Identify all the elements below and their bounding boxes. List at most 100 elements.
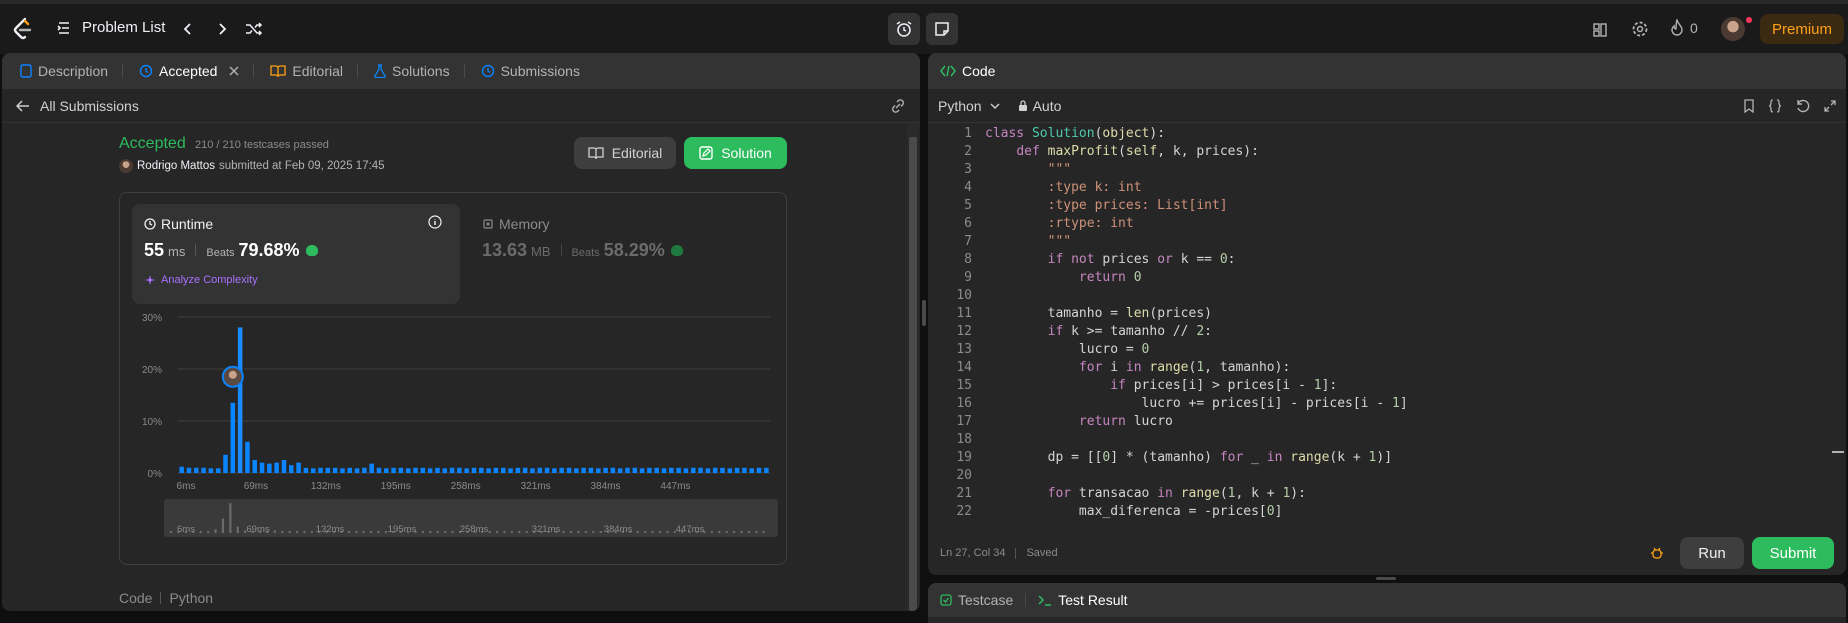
solution-button[interactable]: Solution [684, 137, 787, 169]
tab-testcase[interactable]: Testcase [940, 592, 1013, 608]
clock-icon [144, 218, 156, 230]
chart-bar [449, 467, 455, 473]
tab-submissions[interactable]: Submissions [473, 53, 588, 89]
settings-button[interactable] [1630, 19, 1650, 39]
tab-divider [122, 64, 124, 78]
chart-bar [559, 467, 564, 473]
saved-status: Saved [1026, 547, 1058, 559]
auto-mode-toggle[interactable]: Auto [1018, 98, 1061, 114]
tab-editorial[interactable]: Editorial [262, 53, 366, 89]
navigator-bar [377, 531, 380, 533]
navigator-bar [288, 530, 291, 533]
chart-bar [201, 467, 206, 473]
chart-bar [661, 468, 667, 473]
memory-unit: MB [531, 244, 551, 259]
panel-resize-handle[interactable] [922, 300, 926, 326]
chart-bar [530, 468, 535, 473]
navigator-tick-label: 258ms [460, 524, 489, 535]
close-tab-icon[interactable] [229, 66, 239, 76]
runtime-distribution-chart[interactable]: 30% 20% 10% 0% 6ms 69ms 132ms 195ms 258ms 321ms 38… [120, 311, 780, 561]
reset-icon[interactable] [1796, 99, 1810, 113]
code-line: """ [985, 234, 1072, 249]
book-icon [588, 146, 604, 160]
memory-title: Memory [499, 216, 550, 232]
premium-button[interactable]: Premium [1760, 14, 1844, 44]
chart-bar [515, 467, 521, 473]
next-problem-button[interactable] [212, 19, 232, 39]
navigator-bar [599, 531, 602, 533]
problem-list-link[interactable]: Problem List [56, 19, 165, 36]
tab-solutions[interactable]: Solutions [366, 53, 473, 89]
chart-bar [581, 467, 586, 473]
runtime-beats: 79.68% [238, 240, 300, 260]
prev-problem-button[interactable] [178, 19, 198, 39]
layout-button[interactable] [1590, 20, 1610, 40]
run-label: Run [1698, 544, 1726, 562]
tab-description[interactable]: Description [12, 53, 131, 89]
tab-test-result[interactable]: Test Result [1038, 592, 1128, 608]
scrollbar-thumb[interactable] [909, 137, 917, 611]
navigator-bar [570, 531, 573, 533]
chart-bar [676, 467, 681, 473]
divider [560, 244, 562, 256]
scrollbar[interactable] [907, 123, 919, 611]
expand-icon[interactable] [1824, 99, 1836, 112]
navigator-tick-label: 132ms [316, 524, 345, 535]
memory-value-row: 13.63 MB Beats 58.29% [482, 240, 683, 261]
random-problem-button[interactable] [243, 19, 265, 39]
chart-bar [267, 463, 272, 473]
line-number: 7 [964, 234, 972, 249]
chart-bar [712, 467, 718, 473]
code-line: if prices[i] > prices[i - 1]: [1110, 378, 1338, 393]
navigator-bar [355, 531, 358, 533]
chart-bar [698, 467, 703, 473]
submitted-at: submitted at Feb 09, 2025 17:45 [218, 160, 385, 172]
submit-button[interactable]: Submit [1752, 537, 1834, 569]
streak-counter[interactable]: 0 [1670, 19, 1698, 37]
runtime-card[interactable]: Runtime 55 ms Beats 79.68% Analyze Compl… [132, 204, 460, 304]
x-tick-label: 69ms [244, 481, 268, 492]
tab-accepted[interactable]: Accepted [131, 53, 262, 89]
navigator-bar [577, 531, 580, 533]
panel-resize-handle-horizontal[interactable] [1376, 577, 1396, 580]
code-editor[interactable]: 1 2 3 4 5 6 7 8 9 10 11 12 13 14 15 16 17 18 19 20 21 22 clas… [928, 125, 1846, 525]
bookmark-icon[interactable] [1744, 98, 1754, 113]
chart-bar [376, 467, 382, 473]
chart-bar [442, 468, 448, 473]
line-number: 15 [956, 378, 972, 393]
tab-code[interactable]: Code [940, 63, 995, 79]
line-number: 18 [956, 432, 972, 447]
memory-card[interactable]: Memory 13.63 MB Beats 58.29% [472, 204, 772, 304]
tab-solutions-label: Solutions [392, 63, 450, 79]
code-line: def maxProfit(self, k, prices): [1016, 144, 1259, 159]
runtime-value: 55 [144, 240, 165, 260]
info-icon[interactable] [428, 215, 442, 229]
submissions-subbar: All Submissions [2, 89, 920, 123]
all-submissions-link[interactable]: All Submissions [16, 98, 139, 114]
submit-label: Submit [1769, 544, 1817, 562]
navigator-tick-label: 69ms [246, 524, 269, 535]
format-braces-icon[interactable] [1768, 98, 1782, 113]
avatar[interactable] [1721, 17, 1745, 41]
line-numbers: 1 2 3 4 5 6 7 8 9 10 11 12 13 14 15 16 17 18 19 20 21 22 [928, 125, 972, 521]
problem-list-label: Problem List [82, 19, 166, 36]
submitter-name[interactable]: Rodrigo Mattos [137, 160, 215, 172]
code-lines: class Solution(object): def maxProfit(se… [985, 125, 1825, 521]
analyze-complexity-link[interactable]: Analyze Complexity [144, 274, 258, 286]
editorial-button[interactable]: Editorial [574, 137, 676, 169]
timer-button[interactable] [888, 13, 920, 45]
language-select[interactable]: Python [938, 98, 1000, 114]
navigator-tick-label: 6ms [177, 524, 195, 535]
code-line: max_diferenca = -prices[0] [985, 504, 1283, 519]
share-link-icon[interactable] [890, 98, 906, 113]
leetcode-logo-icon[interactable] [10, 17, 34, 41]
debug-icon[interactable] [1650, 546, 1664, 560]
line-number: 6 [964, 216, 972, 231]
chart-bar [632, 467, 638, 473]
chart-bar [683, 468, 689, 473]
chart-bar [552, 468, 557, 473]
notes-button[interactable] [926, 13, 958, 45]
run-button[interactable]: Run [1680, 537, 1744, 569]
chart-bar [471, 467, 477, 473]
